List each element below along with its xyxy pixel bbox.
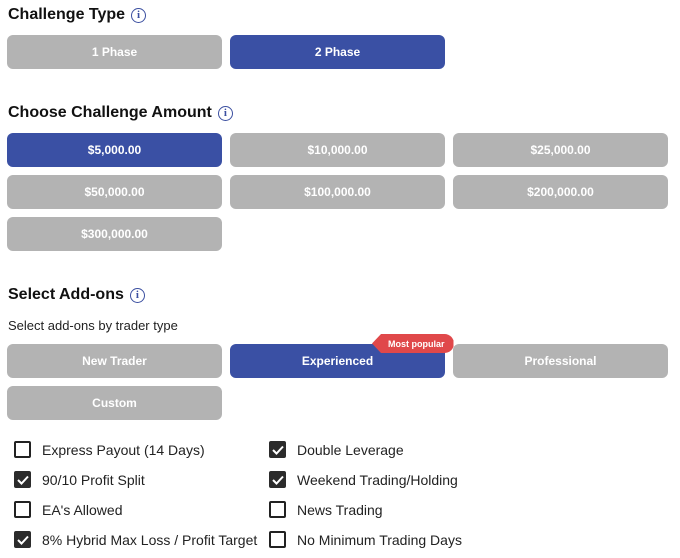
most-popular-badge: Most popular bbox=[372, 334, 454, 353]
amount-50000-button[interactable]: $50,000.00 bbox=[7, 175, 222, 209]
addon-eas-allowed[interactable]: EA's Allowed bbox=[14, 501, 123, 518]
challenge-type-title: Challenge Type bbox=[8, 6, 126, 23]
checkbox[interactable] bbox=[14, 471, 31, 488]
addon-double-leverage[interactable]: Double Leverage bbox=[269, 441, 404, 458]
info-icon[interactable]: i bbox=[131, 7, 147, 23]
addon-no-min-days[interactable]: No Minimum Trading Days bbox=[269, 531, 462, 548]
addon-profit-split[interactable]: 90/10 Profit Split bbox=[14, 471, 145, 488]
amount-5000-button[interactable]: $5,000.00 bbox=[7, 133, 222, 167]
checkmark-icon bbox=[16, 535, 29, 545]
amount-10000-button[interactable]: $10,000.00 bbox=[230, 133, 445, 167]
challenge-amount-heading: Choose Challenge Amount i bbox=[8, 104, 233, 122]
trader-type-new-button[interactable]: New Trader bbox=[7, 344, 222, 378]
addon-label: Express Payout (14 Days) bbox=[42, 441, 205, 458]
checkbox[interactable] bbox=[269, 471, 286, 488]
checkbox[interactable] bbox=[269, 531, 286, 548]
checkmark-icon bbox=[271, 445, 284, 455]
trader-type-custom-button[interactable]: Custom bbox=[7, 386, 222, 420]
challenge-amount-title: Choose Challenge Amount bbox=[8, 104, 212, 121]
amount-300000-button[interactable]: $300,000.00 bbox=[7, 217, 222, 251]
phase-1-button[interactable]: 1 Phase bbox=[7, 35, 222, 69]
phase-2-button[interactable]: 2 Phase bbox=[230, 35, 445, 69]
checkmark-icon bbox=[16, 475, 29, 485]
addon-hybrid-max-loss[interactable]: 8% Hybrid Max Loss / Profit Target bbox=[14, 531, 257, 548]
challenge-type-heading: Challenge Type i bbox=[8, 6, 147, 24]
trader-type-professional-button[interactable]: Professional bbox=[453, 344, 668, 378]
addon-news-trading[interactable]: News Trading bbox=[269, 501, 383, 518]
addons-heading: Select Add-ons i bbox=[8, 286, 145, 304]
addon-label: News Trading bbox=[297, 501, 383, 518]
addon-express-payout[interactable]: Express Payout (14 Days) bbox=[14, 441, 205, 458]
addon-label: No Minimum Trading Days bbox=[297, 531, 462, 548]
addon-label: Weekend Trading/Holding bbox=[297, 471, 458, 488]
checkbox[interactable] bbox=[269, 441, 286, 458]
amount-100000-button[interactable]: $100,000.00 bbox=[230, 175, 445, 209]
addon-label: 8% Hybrid Max Loss / Profit Target bbox=[42, 531, 258, 548]
addon-label: EA's Allowed bbox=[42, 501, 123, 518]
checkmark-icon bbox=[271, 475, 284, 485]
addon-weekend-trading[interactable]: Weekend Trading/Holding bbox=[269, 471, 458, 488]
amount-25000-button[interactable]: $25,000.00 bbox=[453, 133, 668, 167]
checkbox[interactable] bbox=[14, 531, 31, 548]
addons-title: Select Add-ons bbox=[8, 286, 124, 303]
amount-200000-button[interactable]: $200,000.00 bbox=[453, 175, 668, 209]
info-icon[interactable]: i bbox=[217, 105, 233, 121]
checkbox[interactable] bbox=[14, 441, 31, 458]
addon-label: 90/10 Profit Split bbox=[42, 471, 145, 488]
checkbox[interactable] bbox=[14, 501, 31, 518]
info-icon[interactable]: i bbox=[129, 287, 145, 303]
checkbox[interactable] bbox=[269, 501, 286, 518]
addons-subtitle: Select add-ons by trader type bbox=[8, 318, 178, 333]
addon-label: Double Leverage bbox=[297, 441, 404, 458]
